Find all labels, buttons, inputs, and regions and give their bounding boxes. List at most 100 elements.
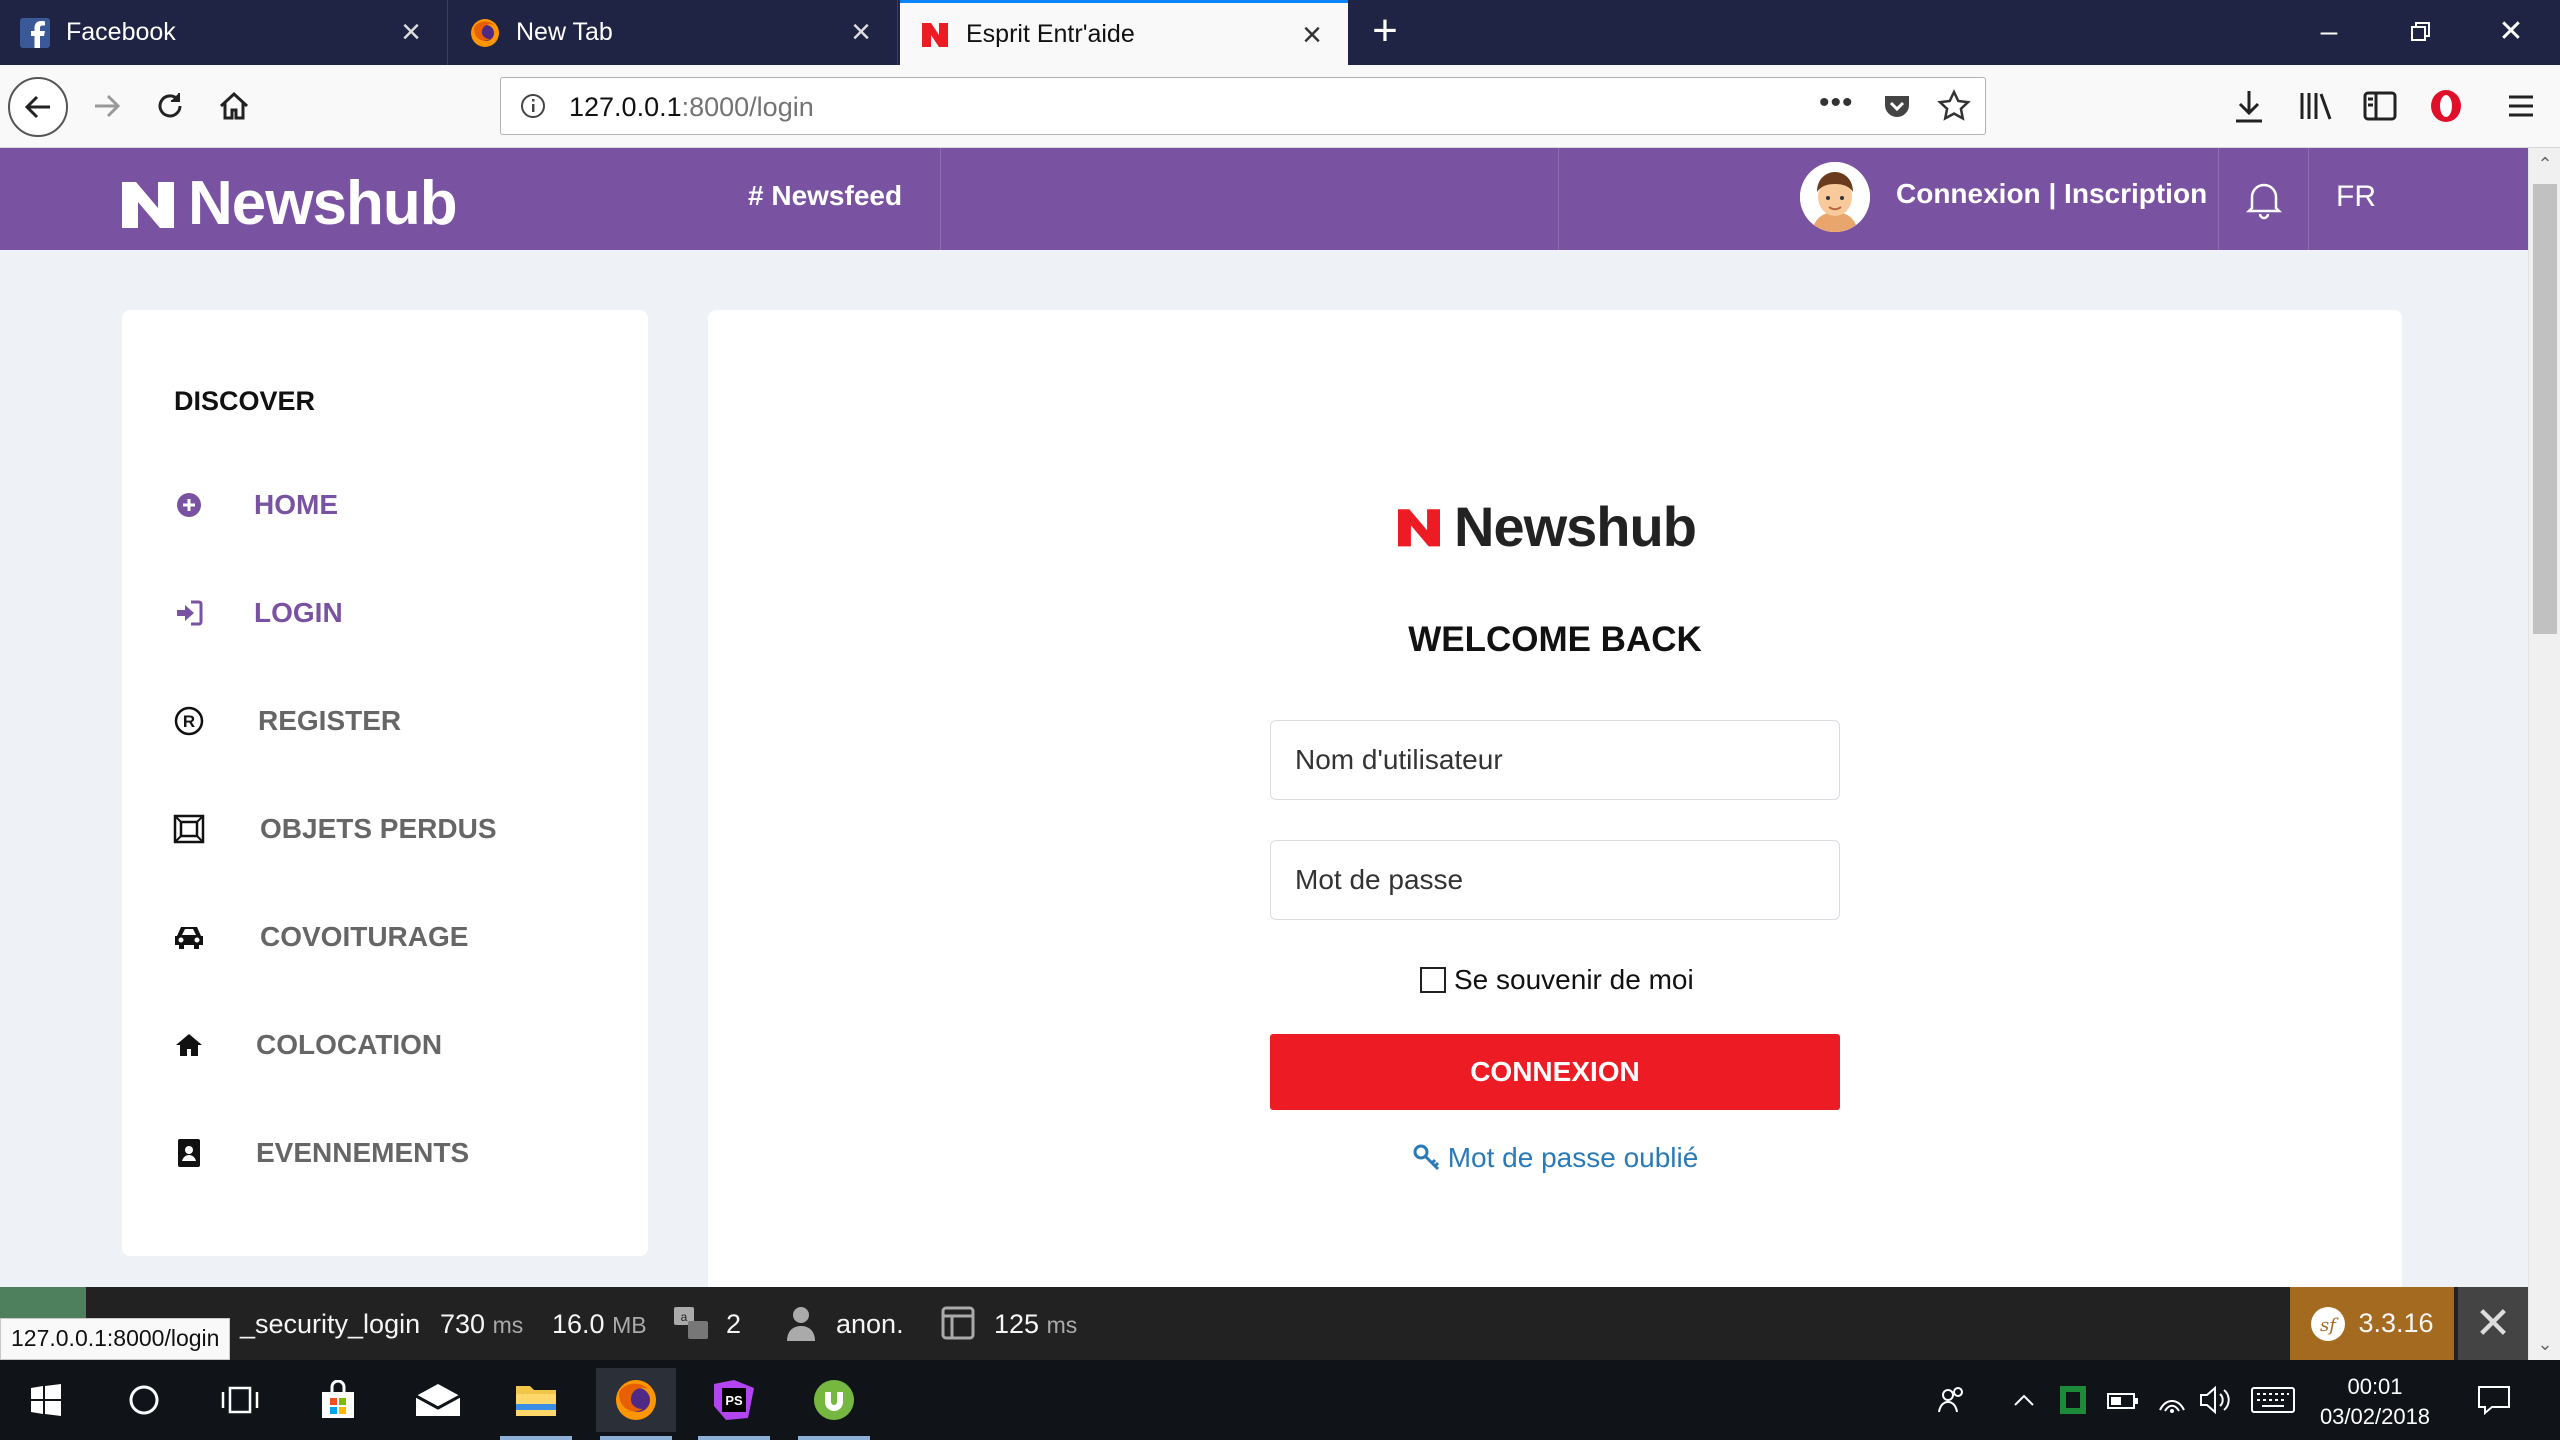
security-user[interactable]: anon. [836,1309,904,1340]
bookmark-star-icon[interactable] [1937,89,1971,123]
navigation-toolbar: 127.0.0.1:8000/login ••• [0,65,2560,148]
sidebar-heading: DISCOVER [174,386,316,416]
windows-taskbar: PS 00:01 03/02/2018 [0,1360,2560,1440]
back-button[interactable] [8,77,68,137]
translations-count[interactable]: 2 [726,1309,741,1340]
info-icon[interactable] [519,92,547,120]
home-icon [219,91,249,120]
forward-button[interactable] [80,79,134,133]
remember-me-checkbox[interactable] [1420,967,1446,993]
sidebar-item-login[interactable]: LOGIN [172,588,343,638]
chevron-up-icon[interactable] [2012,1390,2036,1410]
sidebar-item-colocation[interactable]: COLOCATION [172,1020,442,1070]
svg-text:R: R [183,712,195,731]
reload-button[interactable] [143,79,197,133]
start-button[interactable] [6,1368,86,1432]
cortana-button[interactable] [104,1368,184,1432]
tab-facebook[interactable]: Facebook × [0,0,448,65]
task-view-button[interactable] [200,1368,280,1432]
bell-icon[interactable] [2244,178,2284,220]
page-actions-icon[interactable]: ••• [1819,86,1854,120]
user-icon[interactable] [786,1305,816,1341]
newshub-favicon [922,23,948,47]
notifications-icon[interactable] [2476,1384,2512,1416]
scroll-thumb[interactable] [2533,184,2557,634]
connexion-button[interactable]: CONNEXION [1270,1034,1840,1110]
close-toolbar-icon[interactable]: ✕ [2458,1287,2528,1360]
page-scrollbar[interactable]: ⌃ ⌄ [2528,148,2560,1360]
search-circle-icon [129,1385,159,1415]
sidebar-item-label: HOME [254,489,338,520]
scroll-down-icon[interactable]: ⌄ [2535,1334,2555,1354]
remember-me-label: Se souvenir de moi [1454,964,1694,995]
url-text[interactable]: 127.0.0.1:8000/login [569,92,814,123]
task-view-icon [221,1386,259,1414]
home-icon [172,1028,206,1062]
remember-me[interactable]: Se souvenir de moi [1420,964,1694,996]
translation-icon[interactable]: a [672,1305,712,1343]
request-time[interactable]: 730 ms [440,1309,523,1340]
taskbar-clock[interactable]: 00:01 03/02/2018 [2300,1372,2450,1432]
site-header: Newshub # Newsfeed Connexion | Inscripti… [0,148,2528,250]
phpstorm-icon: PS [714,1380,754,1420]
sidebar-item-label: REGISTER [258,705,402,736]
username-input[interactable] [1270,720,1840,800]
sidebar-item-objets-perdus[interactable]: OBJETS PERDUS [172,804,497,854]
file-explorer-button[interactable] [496,1368,576,1440]
tray-app-icon[interactable] [2058,1384,2088,1416]
route-name[interactable]: _security_login [240,1309,420,1340]
utorrent-button[interactable] [794,1368,874,1440]
tab-label: Facebook [66,18,176,46]
scroll-up-icon[interactable]: ⌃ [2535,154,2555,174]
registered-icon: R [172,704,206,738]
car-icon [172,920,206,954]
forgot-password-link[interactable]: Mot de passe oublié [708,1142,2402,1174]
hamburger-menu-icon[interactable] [2506,91,2536,121]
sidebar-toggle-icon[interactable] [2362,89,2398,123]
close-tab-icon[interactable]: × [395,15,427,49]
home-button[interactable] [207,79,261,133]
memory-usage[interactable]: 16.0 MB [552,1309,647,1340]
restore-icon[interactable] [2398,12,2444,52]
pocket-icon[interactable] [1881,90,1913,122]
twig-icon[interactable] [940,1305,976,1341]
close-tab-icon[interactable]: × [1296,18,1328,52]
auth-links[interactable]: Connexion | Inscription [1896,178,2207,210]
phpstorm-button[interactable]: PS [694,1368,774,1440]
firefox-taskbar-button[interactable] [596,1368,676,1440]
symfony-version[interactable]: sf 3.3.16 [2290,1287,2454,1360]
sidebar-item-home[interactable]: HOME [172,480,338,530]
volume-icon[interactable] [2198,1384,2232,1416]
people-icon[interactable] [1936,1384,1968,1416]
battery-icon[interactable] [2106,1388,2140,1412]
downloads-icon[interactable] [2232,89,2266,125]
url-bar[interactable]: 127.0.0.1:8000/login ••• [500,77,1986,135]
tab-label: Esprit Entr'aide [966,19,1135,48]
sidebar-item-evennements[interactable]: EVENNEMENTS [172,1128,469,1178]
tab-esprit-entraide[interactable]: Esprit Entr'aide × [900,0,1348,65]
clock-time: 00:01 [2347,1374,2403,1399]
sidebar-item-label: COLOCATION [256,1029,443,1060]
avatar[interactable] [1800,162,1870,232]
newshub-logo-icon [122,181,174,228]
minimize-icon[interactable]: – [2306,12,2352,52]
address-book-icon [172,1136,206,1170]
svg-text:PS: PS [725,1393,743,1408]
sidebar-item-label: OBJETS PERDUS [260,813,497,844]
tab-new-tab[interactable]: New Tab × [450,0,898,65]
close-tab-icon[interactable]: × [845,15,877,49]
close-window-icon[interactable]: ✕ [2488,12,2534,52]
sidebar-item-register[interactable]: R REGISTER [172,696,401,746]
opera-extension-icon[interactable] [2428,87,2464,125]
newsfeed-link[interactable]: # Newsfeed [748,180,902,212]
library-icon[interactable] [2298,89,2334,123]
wifi-icon[interactable] [2156,1384,2188,1416]
sidebar-item-covoiturage[interactable]: COVOITURAGE [172,912,468,962]
store-button[interactable] [298,1368,378,1432]
new-tab-button[interactable]: + [1362,9,1408,56]
password-input[interactable] [1270,840,1840,920]
keyboard-icon[interactable] [2250,1386,2296,1414]
language-selector[interactable]: FR [2336,180,2376,214]
mail-button[interactable] [398,1368,478,1432]
site-logo[interactable]: Newshub [120,168,458,239]
